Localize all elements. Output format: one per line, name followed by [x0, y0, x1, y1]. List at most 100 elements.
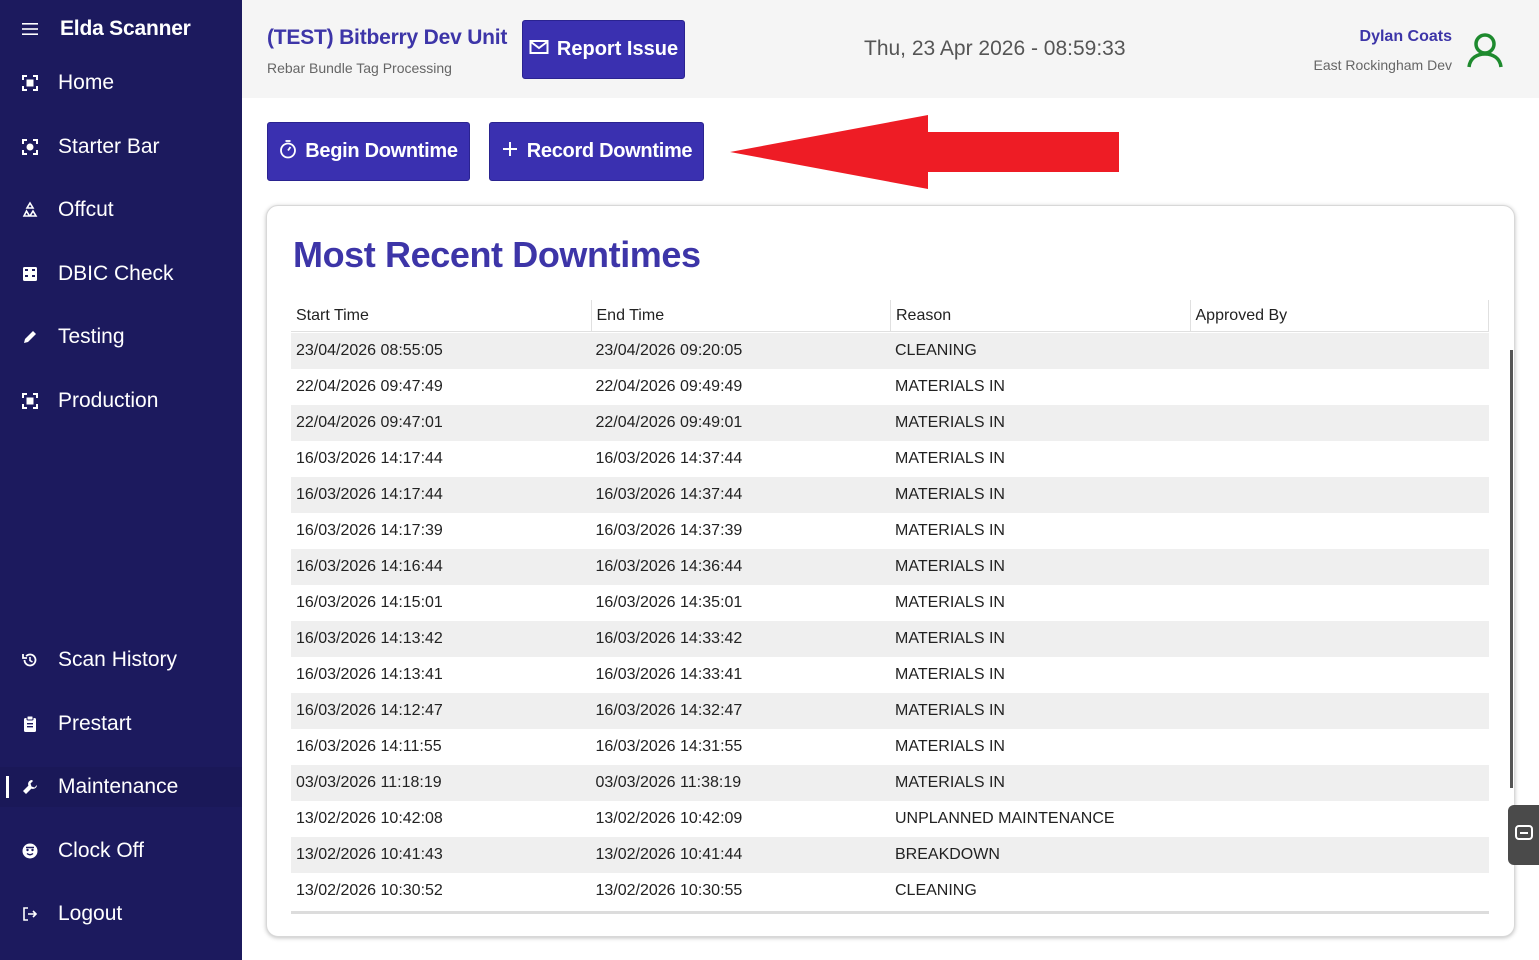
cell-reason: MATERIALS IN	[895, 486, 1005, 503]
table-row[interactable]: 13/02/2026 10:41:43 13/02/2026 10:41:44 BR…	[291, 837, 1489, 873]
cell-start-time: 13/02/2026 10:41:43	[296, 846, 443, 863]
cell-end-time: 16/03/2026 14:37:44	[595, 450, 743, 467]
table-horizontal-scrollbar[interactable]	[291, 911, 1489, 914]
sidebar-item-offcut[interactable]: Offcut	[0, 190, 242, 230]
cell-end-time: 23/04/2026 09:20:05	[595, 342, 743, 359]
cell-reason: MATERIALS IN	[895, 774, 1005, 791]
cell-end-time: 16/03/2026 14:35:01	[595, 594, 743, 611]
table-row[interactable]: 13/02/2026 10:30:52 13/02/2026 10:30:55 CL…	[291, 873, 1489, 909]
sidebar-item-production[interactable]: Production	[0, 381, 242, 421]
sidebar-item-label: Production	[58, 389, 159, 412]
column-header-reason[interactable]: Reason	[890, 300, 1190, 332]
sidebar-item-label: Clock Off	[58, 839, 144, 862]
table-row[interactable]: 22/04/2026 09:47:01 22/04/2026 09:49:01 MA…	[291, 405, 1489, 441]
cell-start-time: 16/03/2026 14:13:41	[296, 666, 443, 683]
cell-reason: CLEANING	[895, 342, 977, 359]
cell-reason: MATERIALS IN	[895, 702, 1005, 719]
envelope-icon	[529, 38, 549, 61]
sidebar-item-label: DBIC Check	[58, 262, 174, 285]
cell-reason: MATERIALS IN	[895, 630, 1005, 647]
chat-icon	[1514, 823, 1534, 848]
report-issue-button[interactable]: Report Issue	[522, 20, 685, 79]
cell-start-time: 16/03/2026 14:12:47	[296, 702, 443, 719]
sidebar-item-scan-history[interactable]: Scan History	[0, 640, 242, 680]
table-row[interactable]: 22/04/2026 09:47:49 22/04/2026 09:49:49 MA…	[291, 369, 1489, 405]
sidebar-item-home[interactable]: Home	[0, 63, 242, 103]
table-row[interactable]: 13/02/2026 10:42:08 13/02/2026 10:42:09 UN…	[291, 801, 1489, 837]
table-row[interactable]: 16/03/2026 14:17:44 16/03/2026 14:37:44 MA…	[291, 441, 1489, 477]
cell-start-time: 13/02/2026 10:30:52	[296, 882, 443, 899]
cell-end-time: 13/02/2026 10:30:55	[595, 882, 743, 899]
sidebar-item-label: Offcut	[58, 198, 114, 221]
cell-start-time: 16/03/2026 14:17:44	[296, 486, 443, 503]
cell-start-time: 23/04/2026 08:55:05	[296, 342, 443, 359]
begin-downtime-label: Begin Downtime	[305, 140, 458, 162]
clipboard-icon	[20, 714, 40, 734]
table-row[interactable]: 16/03/2026 14:13:41 16/03/2026 14:33:41 MA…	[291, 657, 1489, 693]
recent-downtimes-card: Most Recent Downtimes Start Time End Tim…	[266, 205, 1515, 937]
table-header: Start Time End Time Reason Approved By	[291, 300, 1489, 332]
top-header: (TEST) Bitberry Dev Unit Rebar Bundle Ta…	[242, 0, 1539, 98]
user-avatar-icon[interactable]	[1465, 30, 1505, 70]
sidebar-item-starter-bar[interactable]: Starter Bar	[0, 127, 242, 167]
unit-title: (TEST) Bitberry Dev Unit	[267, 26, 508, 49]
sidebar-item-label: Home	[58, 71, 115, 94]
table-row[interactable]: 16/03/2026 14:16:44 16/03/2026 14:36:44 MA…	[291, 549, 1489, 585]
table-vertical-scrollbar[interactable]	[1510, 350, 1513, 788]
table-row[interactable]: 16/03/2026 14:17:44 16/03/2026 14:37:44 MA…	[291, 477, 1489, 513]
cell-end-time: 16/03/2026 14:33:41	[595, 666, 743, 683]
table-row[interactable]: 16/03/2026 14:15:01 16/03/2026 14:35:01 MA…	[291, 585, 1489, 621]
recycle-icon	[20, 200, 40, 220]
table-row[interactable]: 03/03/2026 11:18:19 03/03/2026 11:38:19 MA…	[291, 765, 1489, 801]
side-feedback-tab[interactable]	[1508, 805, 1539, 865]
history-icon	[20, 650, 40, 670]
sidebar-item-label: Testing	[58, 325, 125, 348]
table-body: 23/04/2026 08:55:05 23/04/2026 09:20:05 CL…	[291, 333, 1489, 909]
sidebar-item-label: Scan History	[58, 648, 178, 671]
record-downtime-label: Record Downtime	[526, 140, 693, 162]
table-row[interactable]: 16/03/2026 14:11:55 16/03/2026 14:31:55 MA…	[291, 729, 1489, 765]
pencil-icon	[20, 327, 40, 347]
cell-end-time: 22/04/2026 09:49:01	[595, 414, 743, 431]
wrench-icon	[20, 777, 40, 797]
sidebar-item-testing[interactable]: Testing	[0, 317, 242, 357]
column-header-approved-by[interactable]: Approved By	[1189, 300, 1489, 332]
table-row[interactable]: 23/04/2026 08:55:05 23/04/2026 09:20:05 CL…	[291, 333, 1489, 369]
app-title: Elda Scanner	[60, 17, 191, 40]
cell-reason: MATERIALS IN	[895, 414, 1005, 431]
sidebar-item-clock-off[interactable]: Clock Off	[0, 831, 242, 871]
sidebar-item-maintenance[interactable]: Maintenance	[0, 767, 242, 807]
cell-end-time: 16/03/2026 14:33:42	[595, 630, 743, 647]
sidebar-item-prestart[interactable]: Prestart	[0, 704, 242, 744]
downtimes-table: Start Time End Time Reason Approved By 2…	[291, 300, 1489, 912]
plus-icon	[501, 140, 519, 164]
sidebar-item-label: Maintenance	[58, 775, 179, 798]
scan-target-icon	[20, 137, 40, 157]
cell-start-time: 22/04/2026 09:47:49	[296, 378, 443, 395]
record-downtime-button[interactable]: Record Downtime	[489, 122, 704, 181]
cell-start-time: 13/02/2026 10:42:08	[296, 810, 443, 827]
cell-start-time: 16/03/2026 14:15:01	[296, 594, 443, 611]
current-datetime: Thu, 23 Apr 2026 - 08:59:33	[864, 37, 1126, 60]
stopwatch-icon	[279, 139, 297, 165]
annotation-arrow-icon	[730, 115, 1119, 189]
card-title: Most Recent Downtimes	[293, 234, 701, 275]
cell-reason: MATERIALS IN	[895, 378, 1005, 395]
cell-reason: MATERIALS IN	[895, 594, 1005, 611]
sidebar-header: Elda Scanner	[20, 16, 191, 42]
begin-downtime-button[interactable]: Begin Downtime	[267, 122, 470, 181]
table-row[interactable]: 16/03/2026 14:13:42 16/03/2026 14:33:42 MA…	[291, 621, 1489, 657]
hamburger-menu-icon[interactable]	[20, 19, 40, 39]
cell-reason: MATERIALS IN	[895, 558, 1005, 575]
sidebar-item-label: Logout	[58, 902, 123, 925]
table-row[interactable]: 16/03/2026 14:17:39 16/03/2026 14:37:39 MA…	[291, 513, 1489, 549]
cell-end-time: 22/04/2026 09:49:49	[595, 378, 743, 395]
cell-start-time: 16/03/2026 14:17:39	[296, 522, 443, 539]
sidebar-item-dbic-check[interactable]: DBIC Check	[0, 254, 242, 294]
column-header-end-time[interactable]: End Time	[590, 300, 891, 332]
table-row[interactable]: 16/03/2026 14:12:47 16/03/2026 14:32:47 MA…	[291, 693, 1489, 729]
cell-end-time: 16/03/2026 14:37:39	[595, 522, 743, 539]
cell-start-time: 16/03/2026 14:13:42	[296, 630, 443, 647]
sidebar-item-logout[interactable]: Logout	[0, 894, 242, 934]
column-header-start-time[interactable]: Start Time	[291, 300, 591, 332]
